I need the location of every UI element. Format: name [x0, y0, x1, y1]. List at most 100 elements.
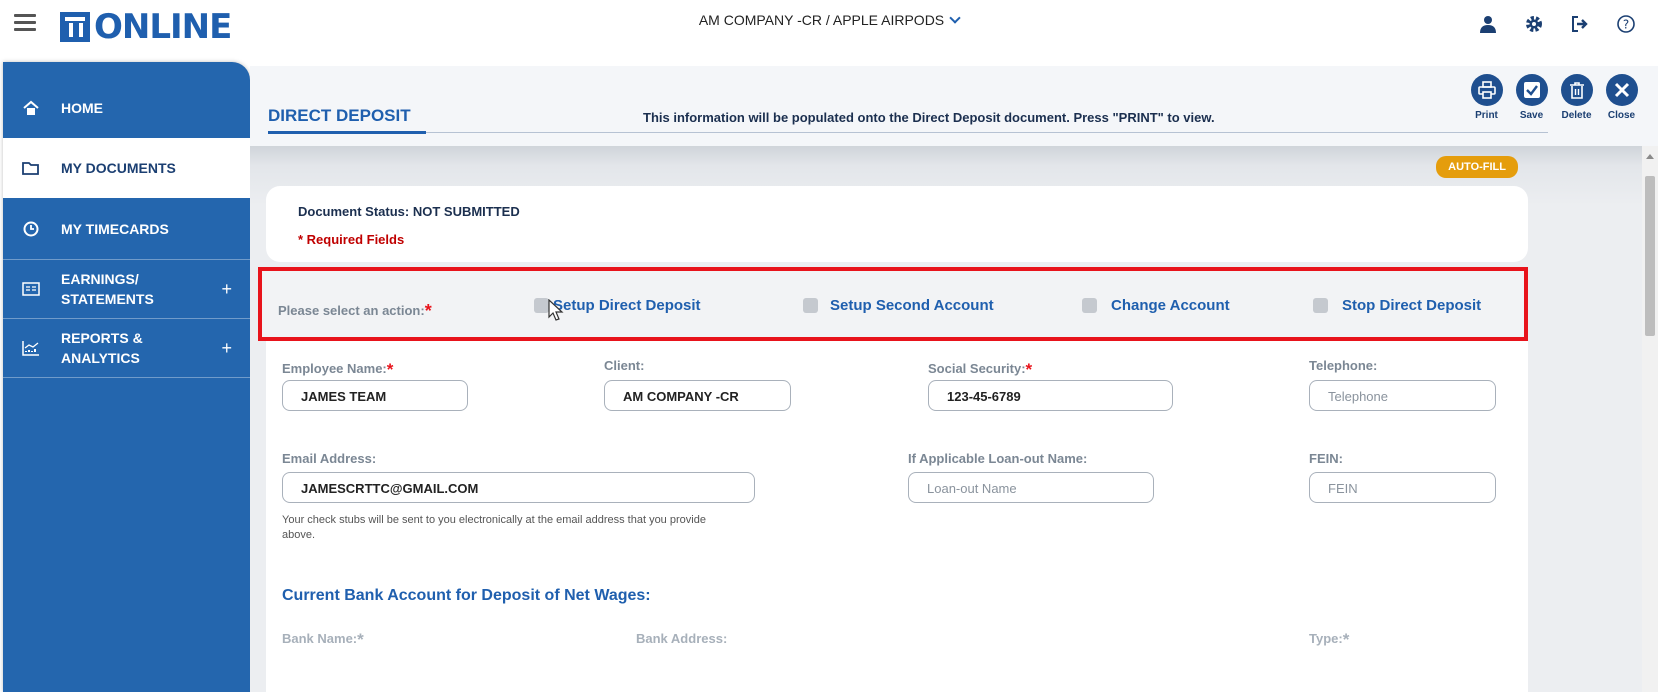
- social-security-label: Social Security:*: [928, 358, 1033, 379]
- scrollbar-thumb[interactable]: [1645, 176, 1655, 336]
- client-label: Client:: [604, 358, 645, 373]
- option-stop-direct-deposit[interactable]: Stop Direct Deposit: [1313, 297, 1481, 314]
- close-label: Close: [1607, 110, 1636, 121]
- type-label-text: Type:: [1309, 631, 1343, 646]
- sidebar-item-earnings-statements[interactable]: EARNINGS/STATEMENTS +: [3, 260, 250, 318]
- type-label: Type:*: [1309, 628, 1350, 649]
- email-note: Your check stubs will be sent to you ele…: [282, 514, 706, 541]
- mouse-cursor-icon: [548, 298, 564, 328]
- top-icon-bar: ?: [1478, 14, 1658, 34]
- required-fields-note: * Required Fields: [298, 232, 405, 247]
- option-label: Setup Direct Deposit: [553, 297, 701, 314]
- employee-name-label-text: Employee Name:: [282, 361, 387, 376]
- folder-icon: [21, 158, 41, 178]
- sidebar-divider: [3, 377, 250, 378]
- delete-button[interactable]: Delete: [1554, 74, 1599, 121]
- save-icon: [1515, 74, 1548, 106]
- sidebar-item-label: REPORTS & ANALYTICS: [61, 328, 143, 368]
- bank-section-title: Current Bank Account for Deposit of Net …: [282, 587, 651, 604]
- employee-name-label: Employee Name:*: [282, 358, 394, 379]
- print-button[interactable]: Print: [1464, 74, 1509, 121]
- page-title: DIRECT DEPOSIT: [268, 106, 411, 125]
- clock-icon: [21, 219, 41, 239]
- print-label: Print: [1475, 110, 1498, 121]
- sidebar-item-label: HOME: [61, 100, 103, 116]
- main-panel: DIRECT DEPOSIT This information will be …: [250, 66, 1658, 692]
- required-marker: *: [386, 360, 394, 379]
- required-marker: *: [1342, 630, 1350, 649]
- print-icon: [1470, 74, 1503, 106]
- sidebar-item-home[interactable]: HOME: [3, 80, 250, 136]
- option-label: Setup Second Account: [830, 297, 994, 314]
- title-divider: [268, 132, 1548, 133]
- loanout-name-field[interactable]: Loan-out Name: [908, 472, 1154, 503]
- fein-field[interactable]: FEIN: [1309, 472, 1496, 503]
- bank-address-label: Bank Address:: [636, 631, 728, 646]
- top-bar: ONLINE AM COMPANY -CR / APPLE AIRPODS ?: [0, 0, 1658, 62]
- sidebar-item-label: MY TIMECARDS: [61, 221, 169, 237]
- social-security-label-text: Social Security:: [928, 361, 1026, 376]
- option-setup-second-account[interactable]: Setup Second Account: [803, 297, 994, 314]
- option-label: Stop Direct Deposit: [1342, 297, 1482, 314]
- title-underline-accent: [268, 131, 426, 134]
- close-icon: [1605, 74, 1638, 106]
- expand-plus-icon[interactable]: +: [221, 338, 232, 358]
- company-project-selector[interactable]: AM COMPANY -CR / APPLE AIRPODS: [0, 12, 1658, 28]
- required-marker: *: [357, 630, 364, 649]
- option-change-account[interactable]: Change Account: [1082, 297, 1230, 314]
- statement-icon: [21, 279, 41, 299]
- sidebar-item-label-line2: STATEMENTS: [61, 291, 154, 307]
- sidebar-item-label: EARNINGS/STATEMENTS: [61, 269, 154, 309]
- email-field[interactable]: JAMESCRTTC@GMAIL.COM: [282, 472, 755, 503]
- help-icon[interactable]: ?: [1616, 14, 1636, 34]
- home-icon: [21, 98, 41, 118]
- required-marker: *: [424, 301, 432, 321]
- delete-label: Delete: [1561, 110, 1592, 121]
- trash-icon: [1560, 74, 1593, 106]
- sidebar-item-my-timecards[interactable]: MY TIMECARDS: [3, 200, 250, 258]
- logout-icon[interactable]: [1570, 14, 1590, 34]
- sidebar-item-label-line1: REPORTS &: [61, 330, 143, 346]
- sidebar-item-label-line2: ANALYTICS: [61, 350, 140, 366]
- telephone-label: Telephone:: [1309, 358, 1378, 373]
- action-prompt: Please select an action:*: [278, 299, 432, 321]
- vertical-scrollbar[interactable]: [1642, 146, 1658, 692]
- sidebar: HOME MY DOCUMENTS MY TIMECARDS EARNINGS/…: [3, 62, 250, 692]
- document-status-card: Document Status: NOT SUBMITTED * Require…: [266, 186, 1528, 262]
- scroll-up-arrow-icon[interactable]: [1646, 154, 1654, 159]
- social-security-field[interactable]: 123-45-6789: [928, 380, 1173, 411]
- client-field[interactable]: AM COMPANY -CR: [604, 380, 791, 411]
- document-action-buttons: Print Save Delete Close: [1464, 74, 1644, 121]
- autofill-button[interactable]: AUTO-FILL: [1436, 156, 1518, 178]
- checkbox[interactable]: [534, 298, 549, 313]
- close-button[interactable]: Close: [1599, 74, 1644, 121]
- checkbox[interactable]: [1082, 298, 1097, 313]
- employee-name-field[interactable]: JAMES TEAM: [282, 380, 468, 411]
- action-selection-bar: Please select an action:* Setup Direct D…: [258, 267, 1528, 341]
- company-project-label: AM COMPANY -CR / APPLE AIRPODS: [698, 12, 945, 28]
- save-label: Save: [1519, 110, 1544, 121]
- bank-name-label-text: Bank Name:: [282, 631, 358, 646]
- page-info-text: This information will be populated onto …: [643, 110, 1215, 125]
- telephone-field[interactable]: Telephone: [1309, 380, 1496, 411]
- chart-icon: [21, 338, 41, 358]
- checkbox[interactable]: [803, 298, 818, 313]
- checkbox[interactable]: [1313, 298, 1328, 313]
- user-icon[interactable]: [1478, 14, 1498, 34]
- option-label: Change Account: [1111, 297, 1230, 314]
- fein-label: FEIN:: [1309, 451, 1343, 466]
- chevron-down-icon: [949, 12, 961, 24]
- sidebar-item-reports-analytics[interactable]: REPORTS & ANALYTICS +: [3, 319, 250, 377]
- loanout-name-label: If Applicable Loan-out Name:: [908, 451, 1088, 466]
- sidebar-item-label: MY DOCUMENTS: [61, 160, 176, 176]
- gear-icon[interactable]: [1524, 14, 1544, 34]
- action-prompt-text: Please select an action:: [278, 303, 425, 318]
- sidebar-item-label-line1: EARNINGS/: [61, 271, 139, 287]
- expand-plus-icon[interactable]: +: [221, 279, 232, 299]
- document-status: Document Status: NOT SUBMITTED: [298, 204, 520, 219]
- sidebar-item-my-documents[interactable]: MY DOCUMENTS: [3, 138, 250, 198]
- save-button[interactable]: Save: [1509, 74, 1554, 121]
- svg-text:?: ?: [1623, 18, 1629, 32]
- bank-name-label: Bank Name:*: [282, 628, 364, 649]
- required-marker: *: [1025, 360, 1033, 379]
